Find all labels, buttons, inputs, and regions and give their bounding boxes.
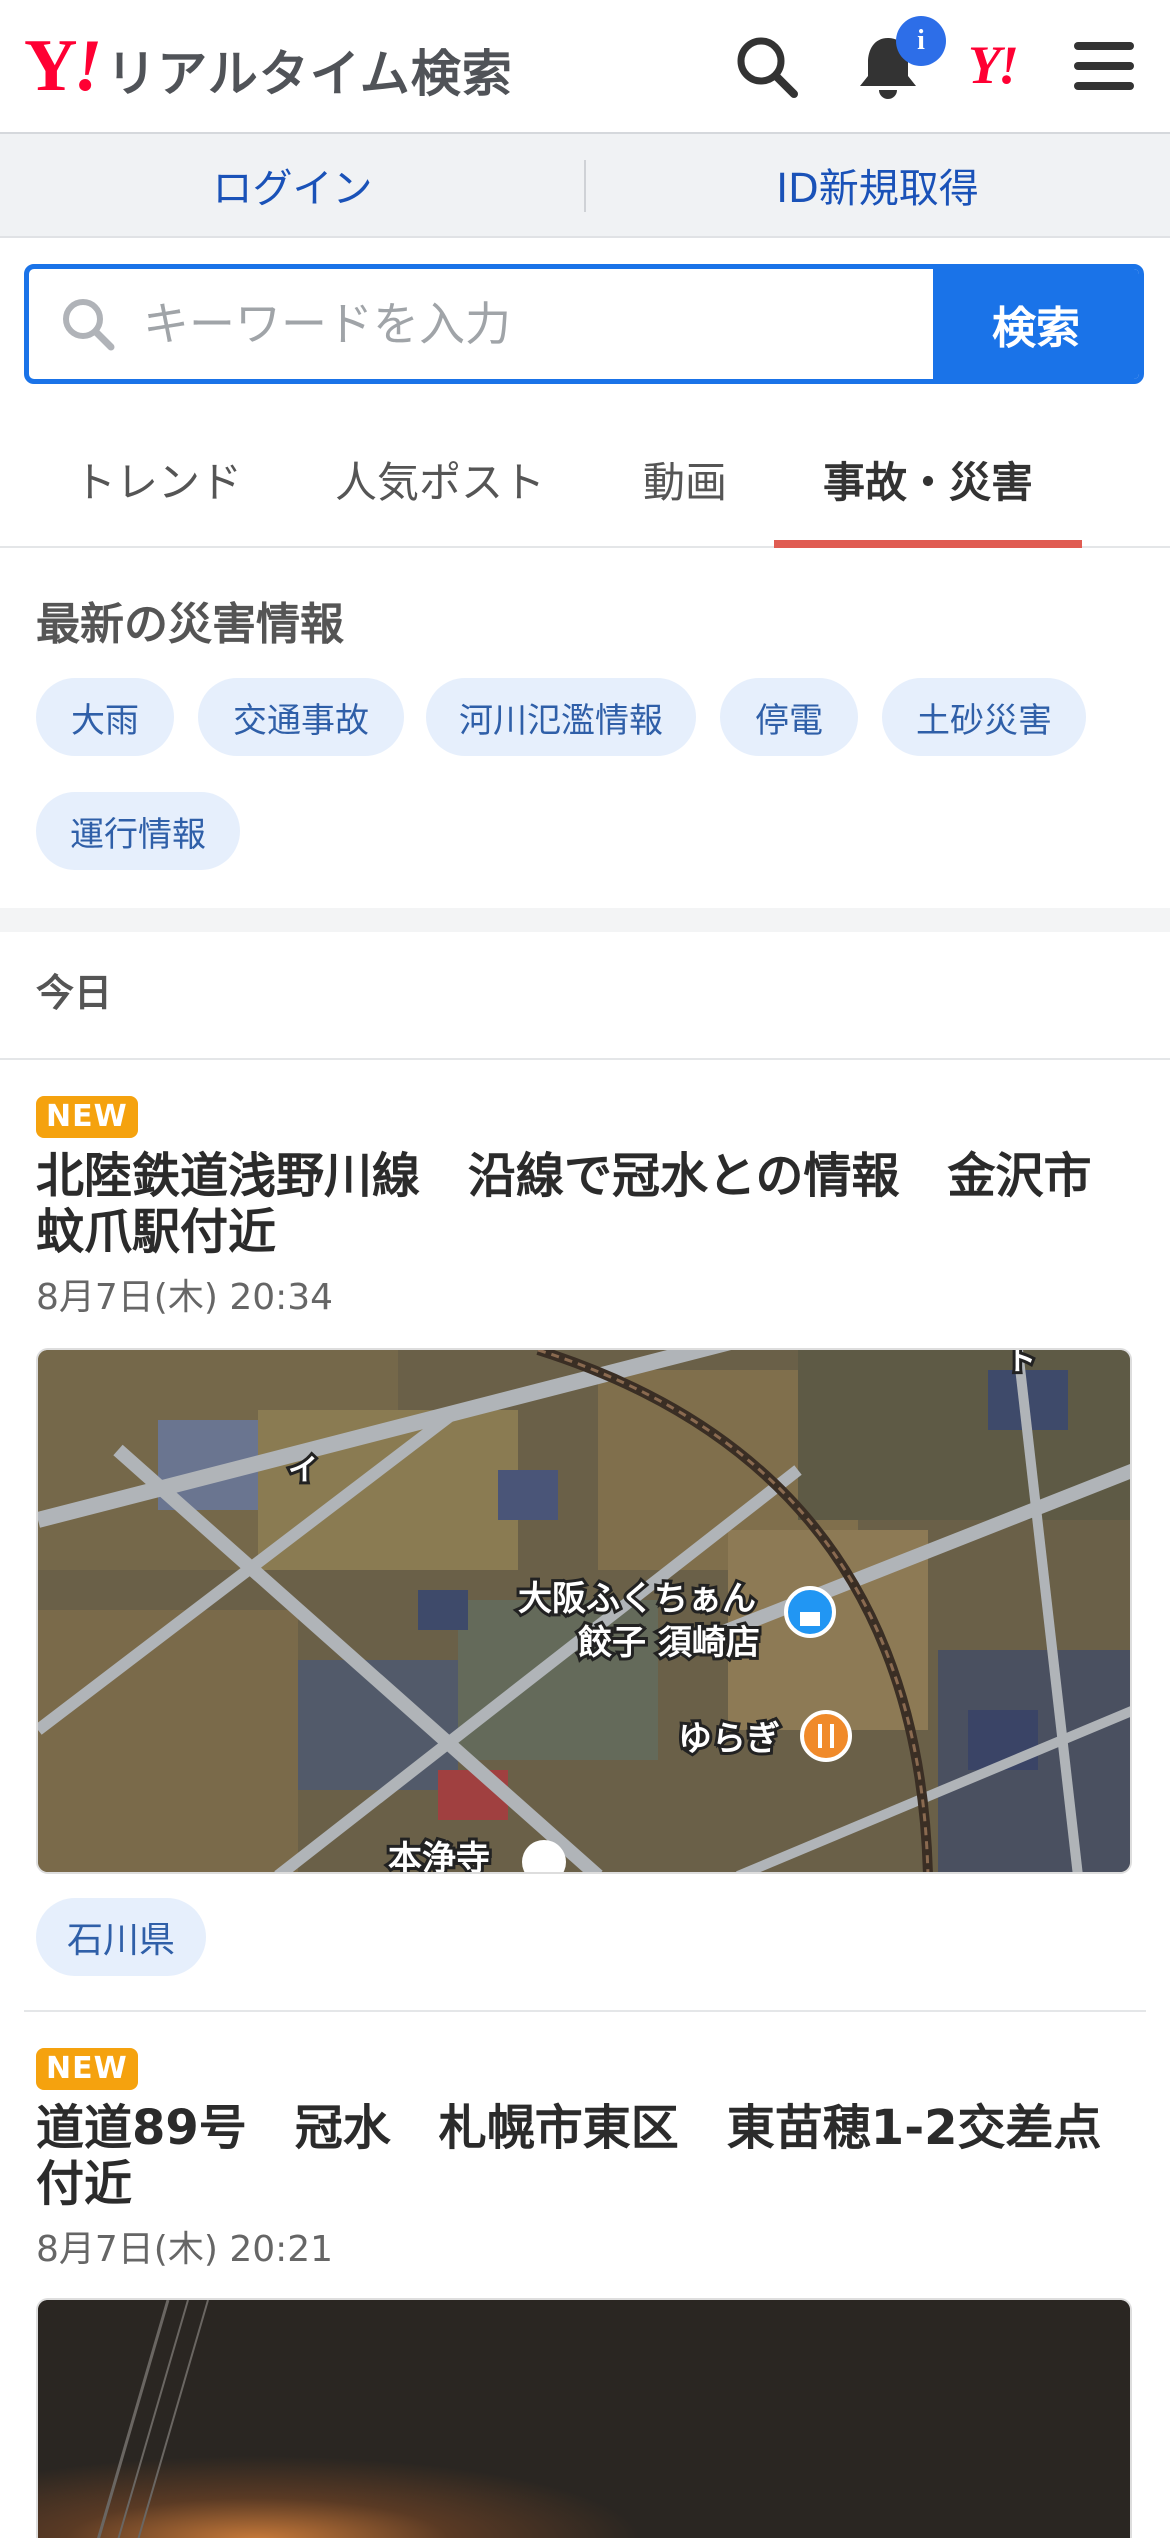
map-label: 本浄寺 bbox=[388, 1839, 490, 1874]
article-divider bbox=[24, 2010, 1146, 2012]
tab-label: トレンド bbox=[73, 457, 242, 507]
map-label: 餃子 須崎店 bbox=[578, 1623, 760, 1663]
account-bar: ログイン ID新規取得 bbox=[0, 134, 1170, 238]
map-label: 大阪ふくちぁん bbox=[518, 1579, 756, 1619]
map-label: イ bbox=[288, 1453, 318, 1488]
article-date: 8月7日(木) 20:34 bbox=[36, 1277, 334, 1318]
night-photo bbox=[38, 2300, 1130, 2538]
search-field[interactable] bbox=[29, 269, 933, 379]
chip-power-outage[interactable]: 停電 bbox=[720, 678, 858, 756]
login-link[interactable]: ログイン bbox=[0, 134, 585, 236]
chip-heavy-rain[interactable]: 大雨 bbox=[36, 678, 174, 756]
chip-landslide[interactable]: 土砂災害 bbox=[882, 678, 1086, 756]
article-night-photo[interactable] bbox=[36, 2298, 1132, 2538]
article-title[interactable]: 北陸鉄道浅野川線 沿線で冠水との情報 金沢市蚊爪駅付近 bbox=[36, 1148, 1136, 1260]
tab-label: 動画 bbox=[642, 457, 727, 507]
hamburger-menu-icon[interactable] bbox=[1068, 30, 1140, 102]
search-field-icon bbox=[63, 299, 115, 351]
yahoo-logo-icon[interactable]: Y! bbox=[968, 34, 1019, 96]
new-badge: NEW bbox=[36, 2048, 138, 2090]
search-bar: 検索 bbox=[24, 264, 1144, 384]
feed-divider bbox=[0, 1058, 1170, 1060]
article-map-image[interactable]: 大阪ふくちぁん 餃子 須崎店 ゆらぎ 本浄寺 イ ト bbox=[36, 1348, 1132, 1874]
map-image: 大阪ふくちぁん 餃子 須崎店 ゆらぎ 本浄寺 イ ト bbox=[38, 1350, 1130, 1874]
app-header: Y! リアルタイム検索 i Y! bbox=[0, 0, 1170, 134]
tab-trend[interactable]: トレンド bbox=[40, 412, 276, 546]
search-icon[interactable] bbox=[730, 30, 802, 102]
yahoo-realtime-logo[interactable]: Y! リアルタイム検索 bbox=[24, 28, 513, 104]
account-bar-divider bbox=[584, 160, 586, 212]
map-label: ゆらぎ bbox=[678, 1719, 780, 1759]
register-link[interactable]: ID新規取得 bbox=[585, 134, 1170, 236]
yahoo-bang-mark: ! bbox=[73, 25, 103, 107]
active-tab-indicator bbox=[774, 540, 1082, 548]
category-tabs: トレンド 人気ポスト 動画 事故・災害 bbox=[0, 412, 1170, 548]
article-title[interactable]: 道道89号 冠水 札幌市東区 東苗穂1-2交差点付近 bbox=[36, 2100, 1136, 2212]
tab-label: 人気ポスト bbox=[334, 457, 545, 507]
map-label: ト bbox=[1006, 1350, 1036, 1378]
tab-popular-posts[interactable]: 人気ポスト bbox=[316, 412, 564, 546]
tab-videos[interactable]: 動画 bbox=[610, 412, 760, 546]
section-gap bbox=[0, 908, 1170, 932]
chip-traffic-accident[interactable]: 交通事故 bbox=[198, 678, 404, 756]
new-badge: NEW bbox=[36, 1096, 138, 1138]
section-title: 最新の災害情報 bbox=[36, 599, 344, 650]
article-date: 8月7日(木) 20:21 bbox=[36, 2229, 334, 2270]
notification-badge: i bbox=[896, 16, 946, 66]
logo-text: リアルタイム検索 bbox=[106, 45, 513, 103]
latest-disaster-info: 最新の災害情報 大雨 交通事故 河川氾濫情報 停電 土砂災害 運行情報 bbox=[0, 548, 1170, 908]
search-input[interactable] bbox=[141, 296, 905, 352]
feed-date-header: 今日 bbox=[36, 971, 113, 1015]
chip-transit-info[interactable]: 運行情報 bbox=[36, 792, 240, 870]
prefecture-chip[interactable]: 石川県 bbox=[36, 1898, 206, 1976]
restaurant-pin-icon bbox=[800, 1710, 852, 1762]
search-button[interactable]: 検索 bbox=[933, 269, 1139, 379]
chip-river-flood[interactable]: 河川氾濫情報 bbox=[426, 678, 696, 756]
tab-accidents-disasters[interactable]: 事故・災害 bbox=[774, 412, 1082, 548]
tab-label: 事故・災害 bbox=[822, 457, 1033, 507]
yahoo-y-mark: Y bbox=[24, 25, 77, 107]
